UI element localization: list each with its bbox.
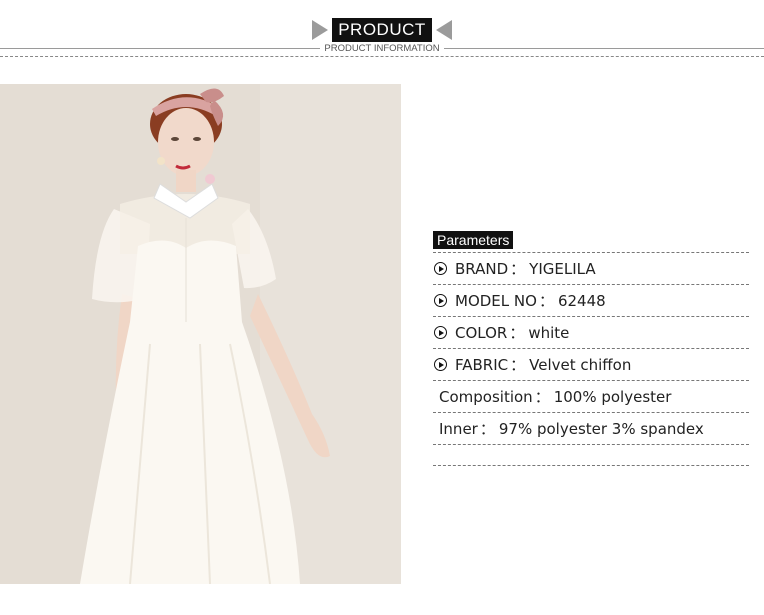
circle-arrow-icon <box>434 262 447 275</box>
param-label: Composition <box>439 387 533 406</box>
param-row-fabric: FABRIC ： Velvet chiffon <box>433 349 749 381</box>
banner-right-arrow-icon <box>436 20 452 40</box>
param-row-inner: Inner ： 97% polyester 3% spandex <box>433 413 749 445</box>
header-dashed-divider <box>0 56 764 57</box>
param-value: Velvet chiffon <box>529 355 632 374</box>
param-label: Inner <box>439 419 478 438</box>
param-separator: ： <box>538 292 554 310</box>
param-label: BRAND <box>455 259 509 278</box>
param-label: MODEL NO <box>455 291 537 310</box>
param-label: FABRIC <box>455 355 509 374</box>
circle-arrow-icon <box>434 358 447 371</box>
parameters-panel: Parameters BRAND ： YIGELILA MODEL NO ： 6… <box>433 230 749 445</box>
circle-arrow-icon <box>434 294 447 307</box>
banner-subtitle: PRODUCT INFORMATION <box>320 43 444 55</box>
param-value: 97% polyester 3% spandex <box>498 419 704 438</box>
param-separator: ： <box>510 356 526 374</box>
parameters-title: Parameters <box>433 231 514 249</box>
parameters-bottom-divider <box>433 465 749 466</box>
header: PRODUCT PRODUCT INFORMATION <box>0 0 764 70</box>
param-row-brand: BRAND ： YIGELILA <box>433 252 749 285</box>
param-value: 100% polyester <box>553 387 672 406</box>
param-separator: ： <box>479 420 495 438</box>
circle-arrow-icon <box>434 326 447 339</box>
model-photo-icon <box>0 84 401 584</box>
param-separator: ： <box>510 260 526 278</box>
param-separator: ： <box>509 324 525 342</box>
banner-left-arrow-icon <box>312 20 328 40</box>
param-label: COLOR <box>455 323 508 342</box>
banner-title: PRODUCT <box>332 18 432 42</box>
param-row-color: COLOR ： white <box>433 317 749 349</box>
product-photo <box>0 84 401 584</box>
param-value: 62448 <box>557 291 606 310</box>
param-row-composition: Composition ： 100% polyester <box>433 381 749 413</box>
param-row-model-no: MODEL NO ： 62448 <box>433 285 749 317</box>
param-value: white <box>528 323 570 342</box>
param-value: YIGELILA <box>529 259 596 278</box>
param-separator: ： <box>534 388 550 406</box>
product-banner: PRODUCT <box>312 18 452 42</box>
